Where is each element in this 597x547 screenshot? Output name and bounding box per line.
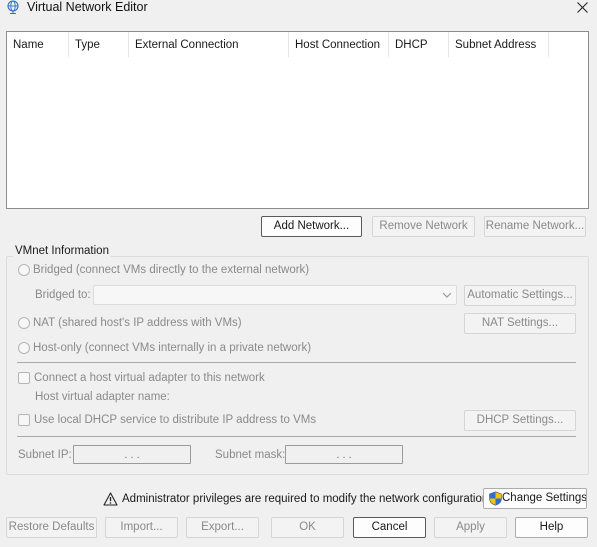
separator xyxy=(17,362,576,363)
column-header-dhcp[interactable]: DHCP xyxy=(389,32,449,57)
change-settings-button[interactable]: Change Settings xyxy=(483,488,587,509)
column-header-type[interactable]: Type xyxy=(69,32,129,57)
nat-label: NAT (shared host's IP address with VMs) xyxy=(33,317,242,329)
help-button[interactable]: Help xyxy=(515,517,588,538)
connect-adapter-checkbox[interactable] xyxy=(18,372,30,384)
bridged-label: Bridged (connect VMs directly to the ext… xyxy=(33,264,310,276)
network-globe-icon xyxy=(6,0,20,14)
nat-settings-button[interactable]: NAT Settings... xyxy=(464,313,576,334)
cancel-button[interactable]: Cancel xyxy=(353,517,426,538)
connect-adapter-label: Connect a host virtual adapter to this n… xyxy=(34,372,265,384)
warning-icon xyxy=(103,492,118,506)
close-icon xyxy=(576,2,588,13)
restore-defaults-button[interactable]: Restore Defaults xyxy=(6,517,97,538)
bridged-to-select[interactable] xyxy=(93,285,457,305)
host-only-label: Host-only (connect VMs internally in a p… xyxy=(33,342,312,354)
add-network-button[interactable]: Add Network... xyxy=(261,216,362,237)
remove-network-button[interactable]: Remove Network xyxy=(372,216,475,237)
subnet-ip-input[interactable]: . . . xyxy=(73,445,191,464)
bridged-to-label: Bridged to: xyxy=(35,289,91,301)
admin-privileges-message: Administrator privileges are required to… xyxy=(122,493,492,505)
column-header-host-connection[interactable]: Host Connection xyxy=(289,32,389,57)
bridged-radio[interactable] xyxy=(18,264,30,276)
automatic-settings-button[interactable]: Automatic Settings... xyxy=(464,285,576,306)
export-button[interactable]: Export... xyxy=(186,517,259,538)
separator xyxy=(17,436,576,437)
title-bar: Virtual Network Editor xyxy=(0,0,597,16)
subnet-mask-label: Subnet mask: xyxy=(215,449,286,461)
window-title: Virtual Network Editor xyxy=(27,0,148,14)
change-settings-label: Change Settings xyxy=(502,492,587,504)
ok-button[interactable]: OK xyxy=(271,517,344,538)
dhcp-checkbox[interactable] xyxy=(18,414,30,426)
host-only-radio[interactable] xyxy=(18,342,30,354)
adapter-name-label: Host virtual adapter name: xyxy=(35,391,170,403)
list-header: Name Type External Connection Host Conne… xyxy=(7,32,588,57)
column-header-external-connection[interactable]: External Connection xyxy=(129,32,289,57)
column-header-name[interactable]: Name xyxy=(7,32,69,57)
dhcp-settings-button[interactable]: DHCP Settings... xyxy=(464,410,576,431)
network-list[interactable]: Name Type External Connection Host Conne… xyxy=(6,31,589,209)
import-button[interactable]: Import... xyxy=(105,517,178,538)
apply-button[interactable]: Apply xyxy=(434,517,507,538)
dhcp-label: Use local DHCP service to distribute IP … xyxy=(34,414,317,426)
subnet-ip-label: Subnet IP: xyxy=(18,449,72,461)
uac-shield-icon xyxy=(489,491,502,506)
rename-network-button[interactable]: Rename Network... xyxy=(484,216,586,237)
column-header-subnet-address[interactable]: Subnet Address xyxy=(449,32,549,57)
subnet-mask-input[interactable]: . . . xyxy=(285,445,403,464)
chevron-down-icon xyxy=(442,292,452,298)
nat-radio[interactable] xyxy=(18,317,30,329)
vmnet-information-title: VMnet Information xyxy=(13,244,111,258)
close-button[interactable] xyxy=(572,0,592,15)
